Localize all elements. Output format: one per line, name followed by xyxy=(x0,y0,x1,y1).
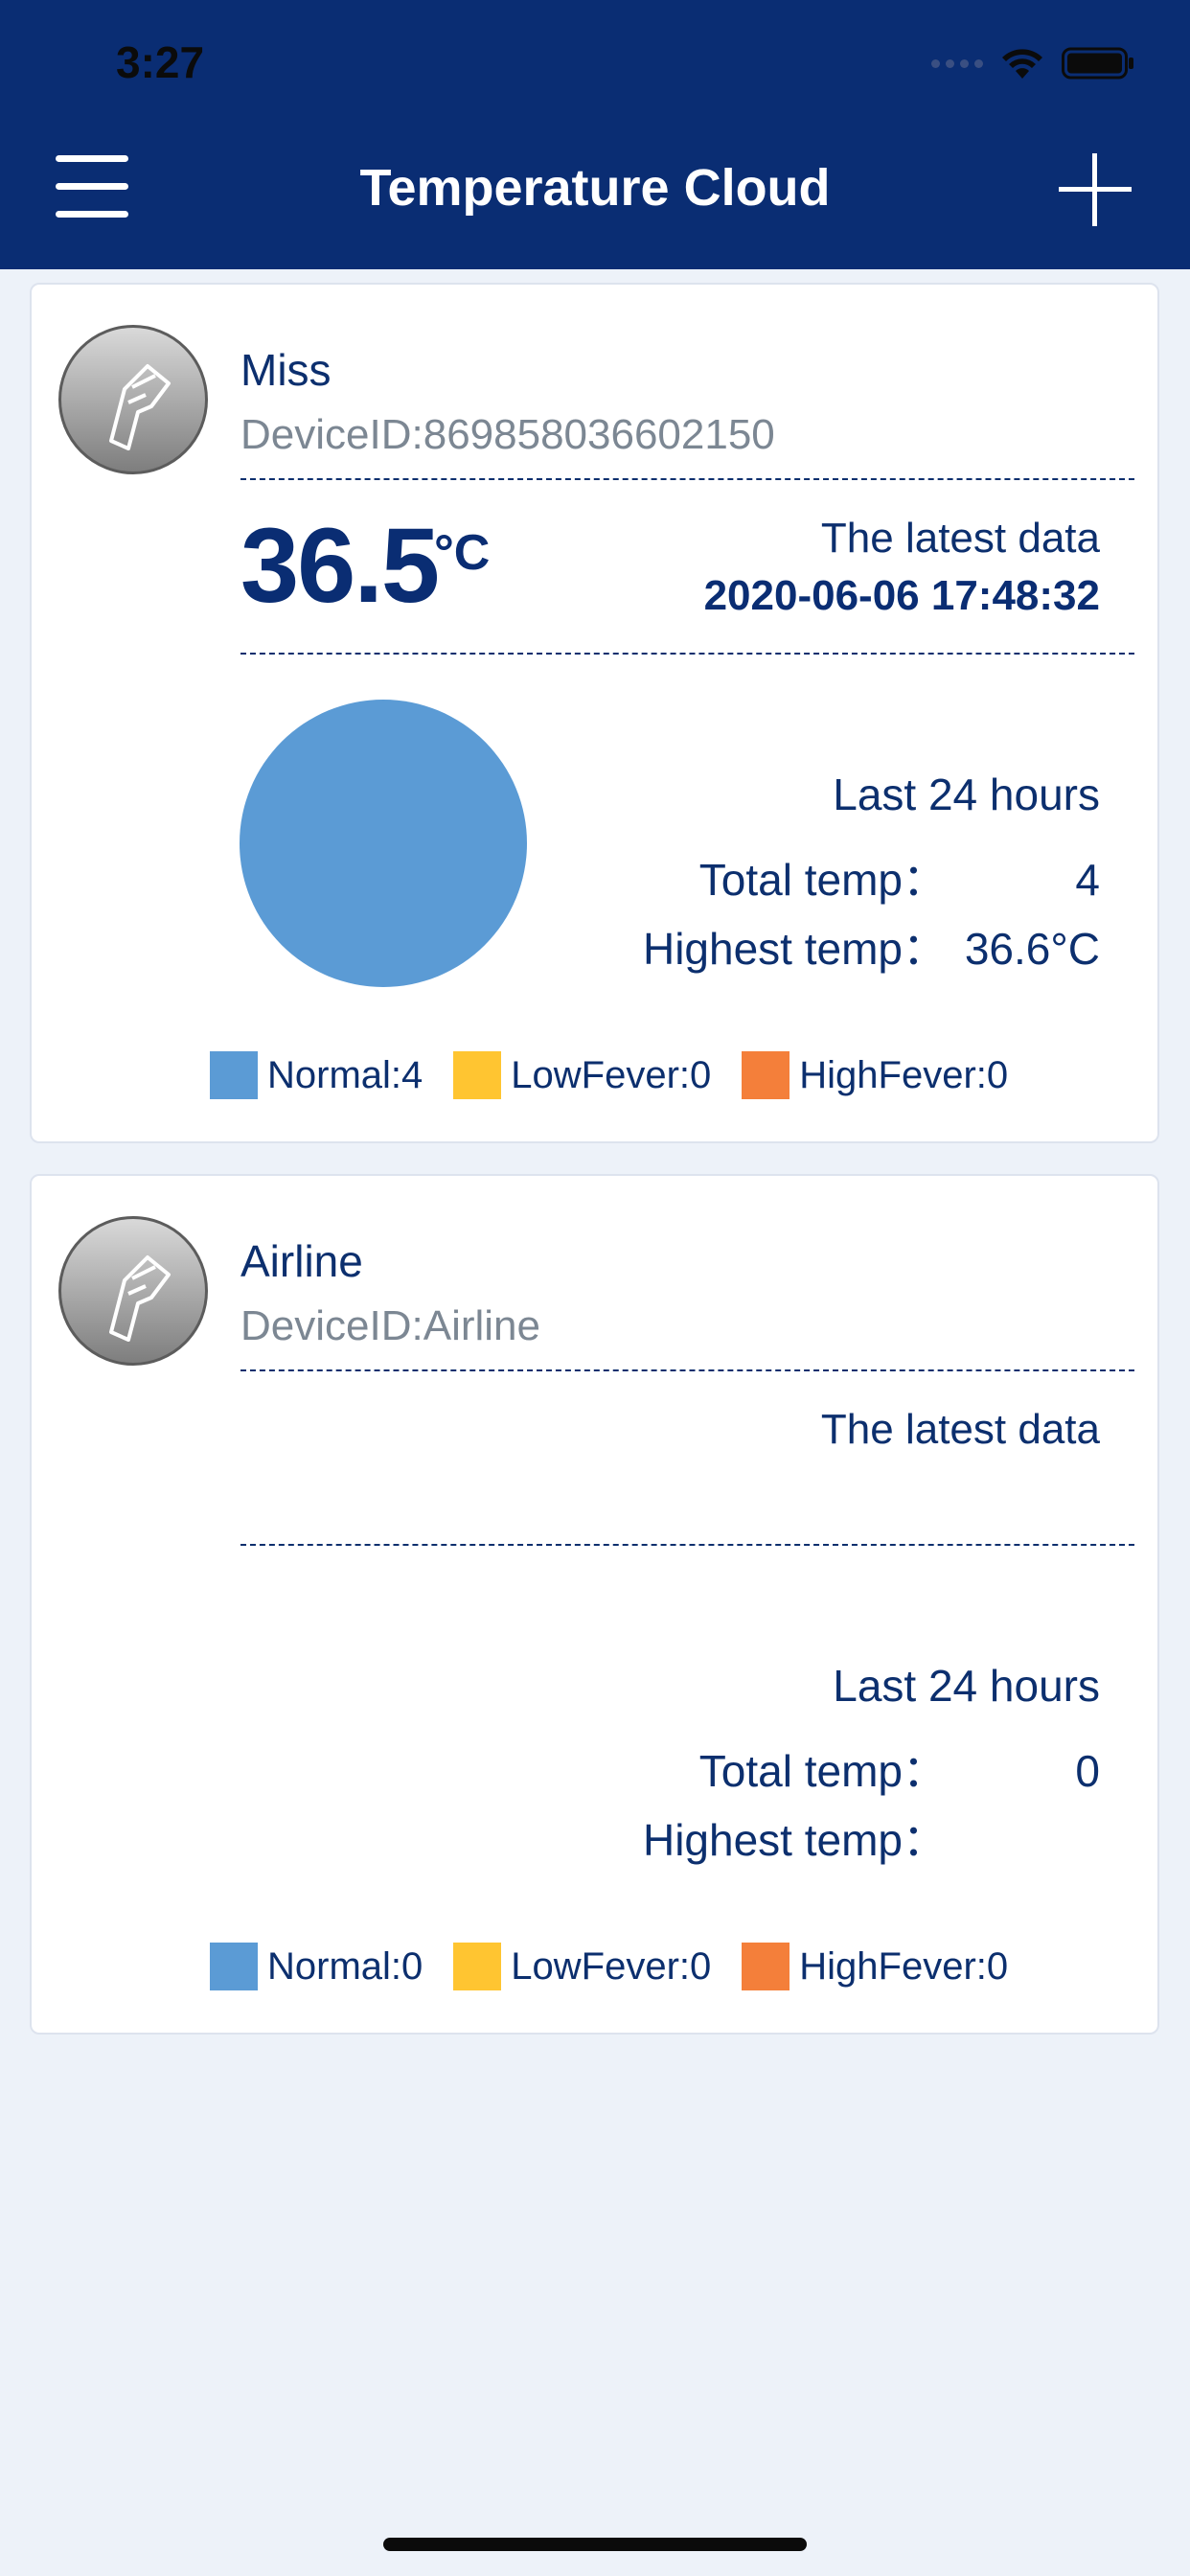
temperature-unit: °C xyxy=(434,525,491,581)
cellular-signal-icon xyxy=(931,58,983,68)
legend-item: HighFever:0 xyxy=(742,1051,1008,1099)
device-name: Miss xyxy=(240,345,332,395)
normal-swatch xyxy=(210,1051,258,1099)
divider xyxy=(240,478,1134,480)
divider xyxy=(240,653,1134,655)
device-card[interactable]: Airline DeviceID:Airline The latest data… xyxy=(30,1174,1159,2035)
temperature-value: 36.5 xyxy=(240,507,440,625)
legend-label: Normal:4 xyxy=(267,1053,423,1096)
period-label: Last 24 hours xyxy=(833,1661,1100,1711)
total-temp-row: Total temp： 4 xyxy=(699,845,1100,908)
legend-label: Normal:0 xyxy=(267,1944,423,1988)
legend-label: LowFever:0 xyxy=(511,1944,712,1988)
highest-temp-label: Highest temp： xyxy=(642,924,947,974)
app-header: 3:27 Temperature Cloud xyxy=(0,0,1190,269)
highest-temp-label: Highest temp： xyxy=(642,1815,947,1865)
pie-slice-normal xyxy=(240,700,527,987)
high-fever-swatch xyxy=(742,1051,790,1099)
total-temp-value: 4 xyxy=(1075,855,1100,905)
add-icon[interactable] xyxy=(1059,153,1132,226)
legend-item: LowFever:0 xyxy=(453,1051,711,1099)
thermometer-gun-icon xyxy=(58,1216,208,1366)
total-temp-label: Total temp： xyxy=(698,1746,947,1796)
wifi-icon xyxy=(1002,49,1042,79)
legend-item: LowFever:0 xyxy=(453,1943,711,1990)
total-temp-value: 0 xyxy=(1075,1746,1100,1796)
home-indicator[interactable] xyxy=(383,2538,807,2551)
legend-item: HighFever:0 xyxy=(742,1943,1008,1990)
device-id: DeviceID:869858036602150 xyxy=(240,411,775,458)
highest-temp-row: Highest temp： 36.6°C xyxy=(643,914,1100,978)
divider xyxy=(240,1369,1134,1371)
device-id: DeviceID:Airline xyxy=(240,1302,540,1349)
highest-temp-row: Highest temp： xyxy=(643,1806,1100,1869)
low-fever-swatch xyxy=(453,1051,502,1099)
latest-data-time: 2020-06-06 17:48:32 xyxy=(703,572,1100,619)
legend-label: HighFever:0 xyxy=(799,1944,1009,1988)
latest-data-label: The latest data xyxy=(820,515,1100,562)
legend-label: LowFever:0 xyxy=(511,1053,712,1096)
legend-item: Normal:4 xyxy=(210,1051,423,1099)
status-icons xyxy=(931,42,1134,84)
device-name: Airline xyxy=(240,1236,363,1286)
normal-swatch xyxy=(210,1943,258,1990)
total-temp-row: Total temp： 0 xyxy=(699,1736,1100,1800)
low-fever-swatch xyxy=(453,1943,502,1990)
high-fever-swatch xyxy=(742,1943,790,1990)
device-card[interactable]: Miss DeviceID:869858036602150 36.5 °C Th… xyxy=(30,283,1159,1143)
temperature-pie-chart xyxy=(240,700,527,987)
legend-item: Normal:0 xyxy=(210,1943,423,1990)
legend-label: HighFever:0 xyxy=(799,1053,1009,1096)
status-time: 3:27 xyxy=(116,37,205,87)
total-temp-label: Total temp： xyxy=(698,855,947,905)
period-label: Last 24 hours xyxy=(833,770,1100,819)
chart-legend: Normal:4 LowFever:0 HighFever:0 xyxy=(210,1051,1039,1099)
chart-legend: Normal:0 LowFever:0 HighFever:0 xyxy=(210,1943,1039,1990)
highest-temp-value: 36.6°C xyxy=(964,924,1100,974)
page-title: Temperature Cloud xyxy=(359,159,831,217)
battery-icon xyxy=(1062,47,1133,80)
divider xyxy=(240,1544,1134,1546)
thermometer-gun-icon xyxy=(58,325,208,474)
latest-data-label: The latest data xyxy=(820,1406,1100,1453)
